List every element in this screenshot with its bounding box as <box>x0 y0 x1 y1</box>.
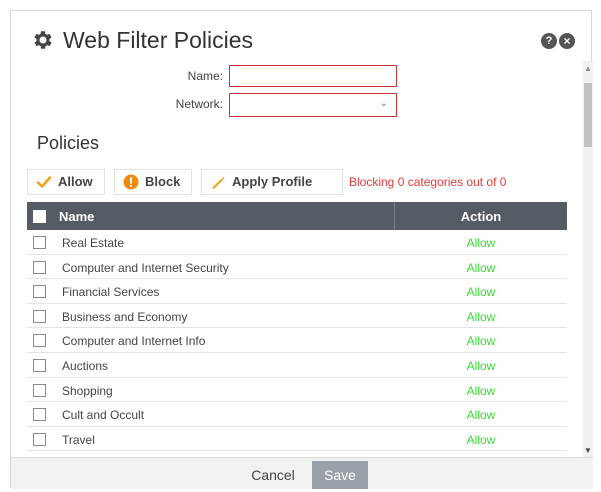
category-action[interactable]: Allow <box>395 384 567 398</box>
row-checkbox[interactable] <box>33 359 46 372</box>
network-select[interactable]: ⌄ <box>229 93 397 117</box>
block-button[interactable]: Block <box>114 169 192 195</box>
checkmark-icon <box>36 176 52 188</box>
row-checkbox[interactable] <box>33 309 46 323</box>
vertical-scrollbar[interactable]: ▲ ▼ <box>583 61 593 457</box>
apply-profile-label: Apply Profile <box>232 174 313 189</box>
row-checkbox[interactable] <box>33 260 46 274</box>
action-column-header[interactable]: Action <box>395 209 567 224</box>
category-action[interactable]: Allow <box>395 236 567 250</box>
dialog-header: Web Filter Policies ? × <box>11 11 591 55</box>
name-column-header[interactable]: Name <box>59 209 94 224</box>
dialog-body: Name: Network: ⌄ Policies Allow Block Ap… <box>11 61 583 457</box>
select-all-checkbox[interactable] <box>33 210 46 223</box>
category-name: Computer and Internet Info <box>62 334 206 349</box>
row-checkbox[interactable] <box>33 432 46 446</box>
row-checkbox[interactable] <box>33 236 46 249</box>
table-row[interactable]: Cult and Occult Allow <box>27 402 567 427</box>
category-action[interactable]: Allow <box>395 334 567 348</box>
table-row[interactable]: Travel Allow <box>27 427 567 452</box>
row-checkbox[interactable] <box>33 408 46 422</box>
table-row[interactable]: Computer and Internet Security Allow <box>27 255 567 280</box>
pencil-icon <box>212 177 225 189</box>
name-input[interactable] <box>229 65 397 87</box>
help-icon[interactable]: ? <box>541 33 557 49</box>
blocking-status-text: Blocking 0 categories out of 0 <box>349 175 507 189</box>
block-label: Block <box>145 174 181 189</box>
category-action[interactable]: Allow <box>395 408 567 422</box>
name-row: Name: <box>11 65 583 87</box>
close-icon[interactable]: × <box>559 33 575 49</box>
exclamation-icon <box>123 174 139 190</box>
allow-label: Allow <box>58 174 93 189</box>
table-row[interactable]: Real Estate Allow <box>27 230 567 255</box>
policies-section-title: Policies <box>37 133 100 153</box>
scroll-up-arrow-icon[interactable]: ▲ <box>583 65 593 73</box>
apply-profile-button[interactable]: Apply Profile <box>201 169 343 195</box>
cancel-button[interactable]: Cancel <box>241 461 305 489</box>
dialog-footer: Cancel Save <box>11 457 593 489</box>
table-row[interactable]: Financial Services Allow <box>27 279 567 304</box>
table-row[interactable]: Shopping Allow <box>27 378 567 403</box>
dialog-title: Web Filter Policies <box>63 27 254 53</box>
scrollbar-thumb[interactable] <box>584 83 592 147</box>
category-name: Cult and Occult <box>62 408 145 423</box>
category-name: Financial Services <box>62 285 160 300</box>
save-button[interactable]: Save <box>312 461 368 489</box>
category-action[interactable]: Allow <box>395 359 567 373</box>
chevron-down-icon: ⌄ <box>379 98 388 109</box>
row-checkbox[interactable] <box>33 334 46 348</box>
category-name: Computer and Internet Security <box>62 260 229 275</box>
category-action[interactable]: Allow <box>395 285 567 299</box>
category-name: Business and Economy <box>62 309 188 324</box>
network-row: Network: ⌄ <box>11 93 583 117</box>
row-checkbox[interactable] <box>33 383 46 397</box>
gear-icon <box>34 31 52 49</box>
table-header: Name Action <box>27 202 567 230</box>
category-name: Travel <box>62 432 95 447</box>
category-name: Shopping <box>62 383 113 398</box>
category-name: Auctions <box>62 359 109 373</box>
row-checkbox[interactable] <box>33 285 46 299</box>
table-row[interactable]: Computer and Internet Info Allow <box>27 328 567 353</box>
category-name: Real Estate <box>62 236 125 250</box>
web-filter-policies-dialog: Web Filter Policies ? × Name: Network: ⌄… <box>10 10 593 489</box>
table-row[interactable]: Business and Economy Allow <box>27 304 567 329</box>
network-label: Network: <box>175 97 223 111</box>
category-action[interactable]: Allow <box>395 310 567 324</box>
category-action[interactable]: Allow <box>395 433 567 447</box>
category-action[interactable]: Allow <box>395 261 567 275</box>
scroll-down-arrow-icon[interactable]: ▼ <box>583 447 593 455</box>
allow-button[interactable]: Allow <box>27 169 105 195</box>
name-label: Name: <box>187 69 223 83</box>
table-row[interactable]: Auctions Allow <box>27 353 567 378</box>
